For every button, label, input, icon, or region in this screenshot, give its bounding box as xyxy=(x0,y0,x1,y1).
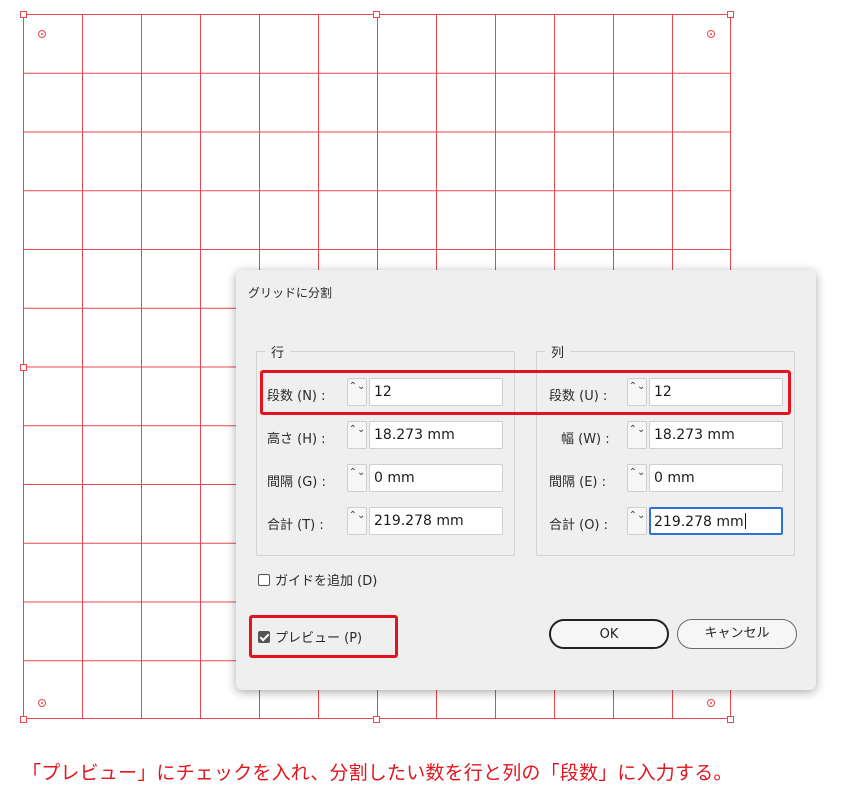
instruction-caption: 「プレビュー」にチェックを入れ、分割したい数を行と列の「段数」に入力する。 xyxy=(22,762,733,784)
cell-center-point-icon xyxy=(38,30,46,38)
columns-width-row: 幅 (W) : ⌃⌄ 18.273 mm xyxy=(537,421,796,451)
columns-gutter-label: 間隔 (E) : xyxy=(549,475,607,490)
cell-center-point-icon xyxy=(38,699,46,707)
rows-height-input[interactable]: 18.273 mm xyxy=(369,421,503,449)
add-guides-checkbox-row[interactable]: ガイドを追加 (D) xyxy=(258,570,377,589)
add-guides-checkbox[interactable] xyxy=(258,574,270,586)
rows-height-label: 高さ (H) : xyxy=(267,432,326,447)
columns-total-stepper-icon[interactable]: ⌃⌄ xyxy=(627,507,647,535)
columns-group-label: 列 xyxy=(545,342,571,361)
columns-gutter-row: 間隔 (E) : ⌃⌄ 0 mm xyxy=(537,464,796,494)
columns-gutter-stepper-icon[interactable]: ⌃⌄ xyxy=(627,464,647,492)
rows-height-stepper-icon[interactable]: ⌃⌄ xyxy=(347,421,367,449)
text-caret xyxy=(744,513,746,529)
columns-gutter-input[interactable]: 0 mm xyxy=(649,464,783,492)
rows-total-label: 合計 (T) : xyxy=(267,518,324,533)
columns-total-value: 219.278 mm xyxy=(654,514,744,530)
selection-handle-bottom-left[interactable] xyxy=(20,716,27,723)
columns-total-row: 合計 (O) : ⌃⌄ 219.278 mm xyxy=(537,507,796,537)
selection-handle-top-right[interactable] xyxy=(727,11,734,18)
cell-center-point-icon xyxy=(707,699,715,707)
add-guides-label: ガイドを追加 (D) xyxy=(275,574,378,589)
rows-group-label: 行 xyxy=(265,342,291,361)
preview-highlight xyxy=(249,615,398,658)
columns-total-input[interactable]: 219.278 mm xyxy=(649,507,783,535)
dialog-title: グリッドに分割 xyxy=(248,286,333,300)
rows-gutter-stepper-icon[interactable]: ⌃⌄ xyxy=(347,464,367,492)
cancel-button[interactable]: キャンセル xyxy=(677,619,797,649)
selection-handle-top-left[interactable] xyxy=(20,11,27,18)
rows-total-row: 合計 (T) : ⌃⌄ 219.278 mm xyxy=(257,507,516,537)
rows-gutter-input[interactable]: 0 mm xyxy=(369,464,503,492)
rows-gutter-row: 間隔 (G) : ⌃⌄ 0 mm xyxy=(257,464,516,494)
split-into-grid-dialog: グリッドに分割 行 段数 (N) : ⌃⌄ 12 高さ (H) : ⌃⌄ 18.… xyxy=(236,270,816,690)
selection-handle-bottom-center[interactable] xyxy=(373,716,380,723)
columns-width-label: 幅 (W) : xyxy=(561,432,610,447)
columns-width-input[interactable]: 18.273 mm xyxy=(649,421,783,449)
rows-total-input[interactable]: 219.278 mm xyxy=(369,507,503,535)
count-rows-highlight xyxy=(260,370,791,415)
selection-handle-top-center[interactable] xyxy=(373,11,380,18)
cell-center-point-icon xyxy=(707,30,715,38)
rows-total-stepper-icon[interactable]: ⌃⌄ xyxy=(347,507,367,535)
selection-handle-middle-left[interactable] xyxy=(20,364,27,371)
ok-button[interactable]: OK xyxy=(549,619,669,649)
selection-handle-bottom-right[interactable] xyxy=(727,716,734,723)
columns-total-label: 合計 (O) : xyxy=(549,518,609,533)
rows-height-row: 高さ (H) : ⌃⌄ 18.273 mm xyxy=(257,421,516,451)
columns-width-stepper-icon[interactable]: ⌃⌄ xyxy=(627,421,647,449)
rows-gutter-label: 間隔 (G) : xyxy=(267,475,326,490)
